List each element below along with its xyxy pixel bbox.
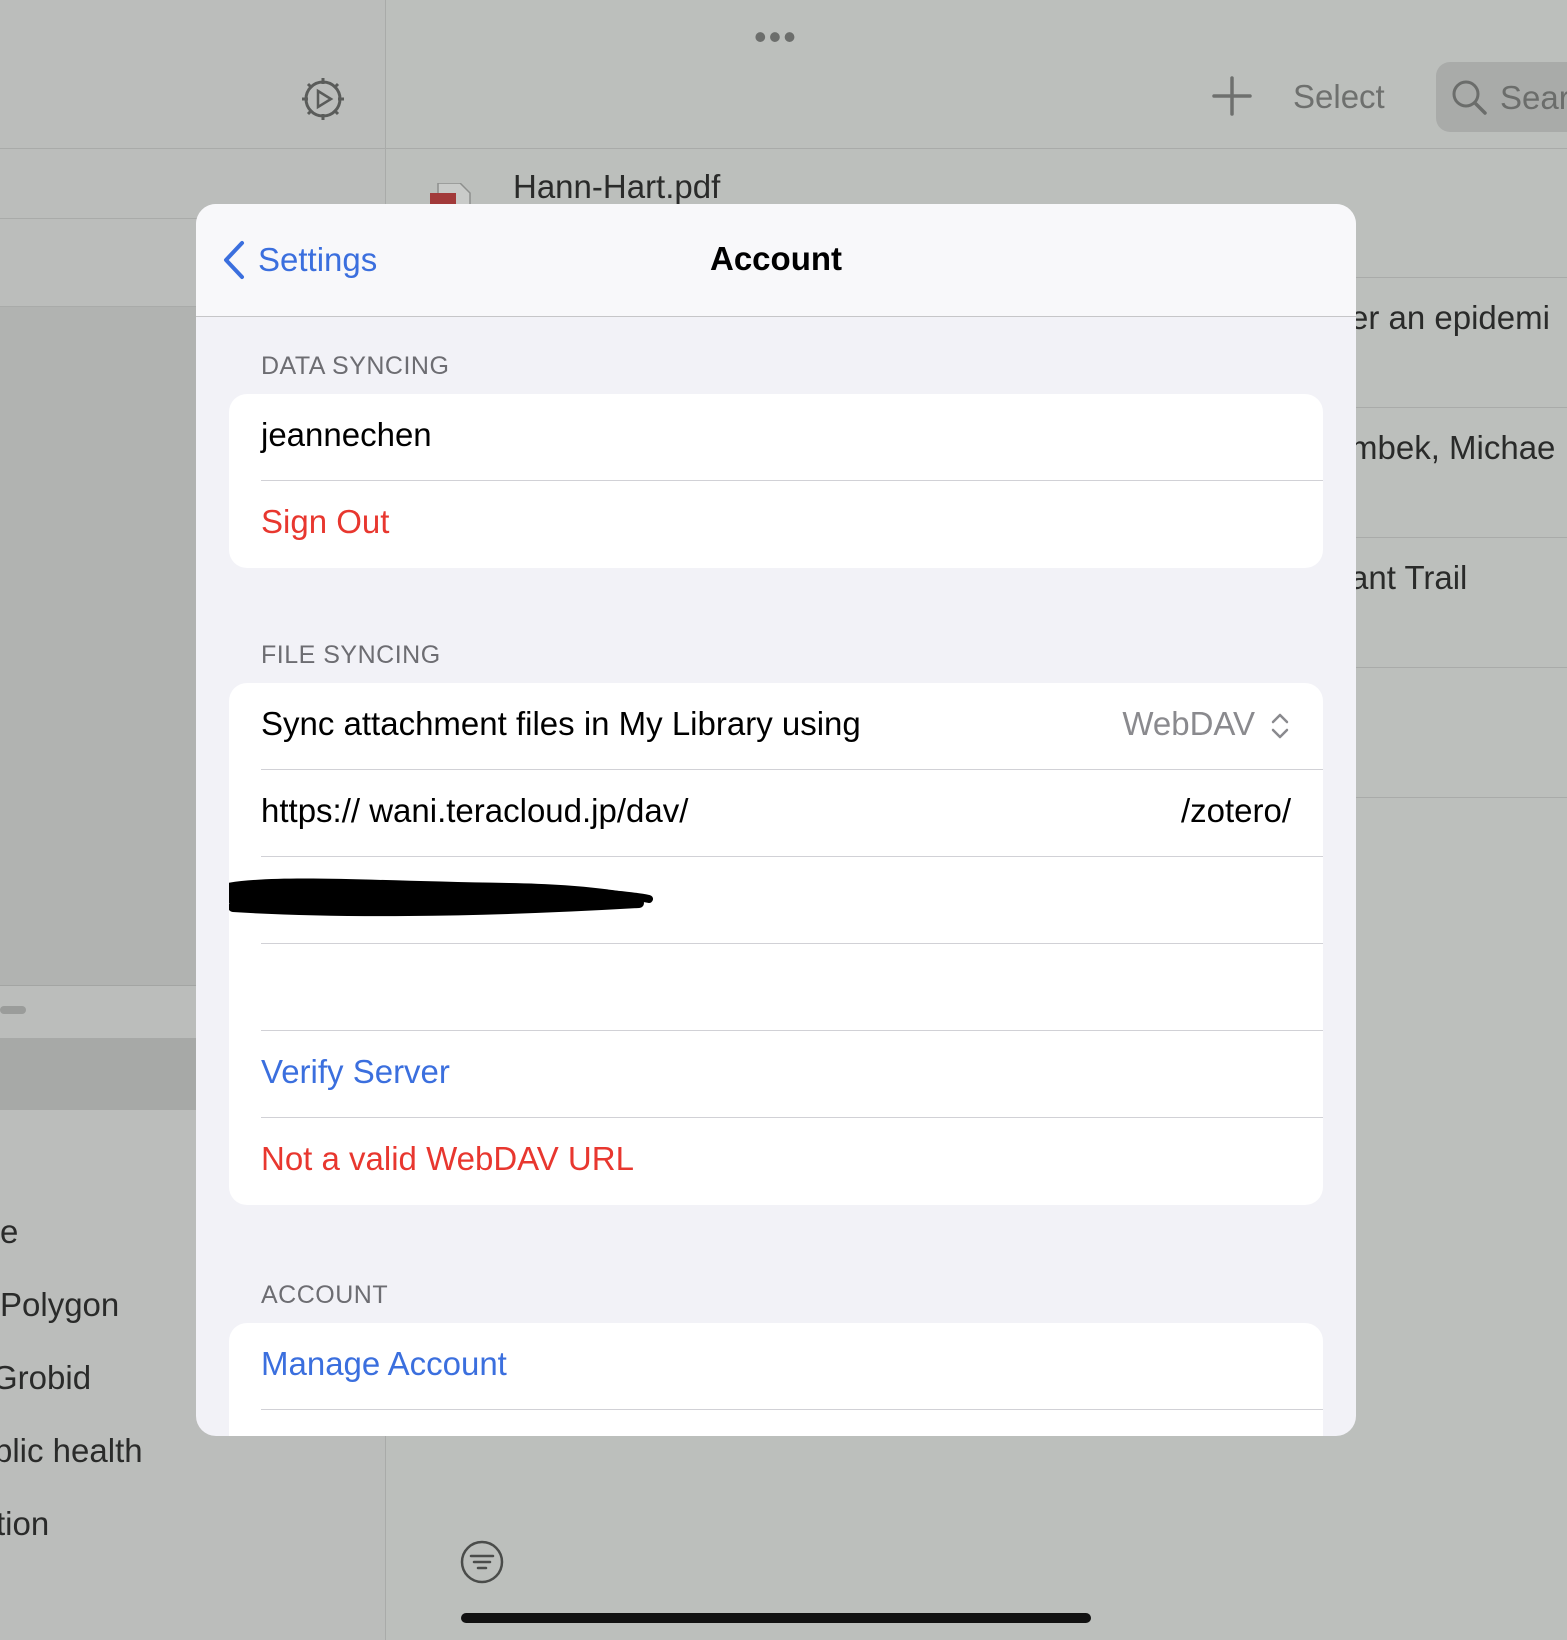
divider (1356, 537, 1567, 538)
sync-method-cell[interactable]: Sync attachment files in My Library usin… (229, 683, 1323, 770)
sidebar-item-label[interactable]: blic health (0, 1432, 143, 1470)
sidebar-item-label[interactable]: Polygon (0, 1286, 119, 1324)
list-item-title[interactable]: mbek, Michae (1350, 429, 1555, 467)
divider (1356, 797, 1567, 798)
sync-method-label: Sync attachment files in My Library usin… (261, 705, 861, 742)
sidebar-item-label[interactable]: Grobid (0, 1359, 91, 1397)
redaction-scribble (229, 878, 653, 917)
search-field[interactable]: Sear (1436, 62, 1567, 132)
error-message: Not a valid WebDAV URL (261, 1140, 634, 1177)
list-toolbar: ••• Select Sear (386, 0, 1567, 149)
sidebar-toolbar (0, 0, 385, 149)
sign-out-button[interactable]: Sign Out (229, 481, 1323, 568)
list-item-title[interactable]: ant Trail (1350, 559, 1467, 597)
list-item-title[interactable]: Hann-Hart.pdf (513, 168, 720, 206)
divider (1356, 407, 1567, 408)
section-header-data-syncing: DATA SYNCING (261, 352, 450, 380)
password-field[interactable] (229, 944, 1323, 1031)
webdav-error-cell: Not a valid WebDAV URL (229, 1118, 1323, 1205)
list-item-title[interactable]: er an epidemi (1350, 299, 1550, 337)
username-value: jeannechen (261, 416, 432, 453)
username-field[interactable] (229, 857, 1323, 944)
verify-server-label: Verify Server (261, 1053, 450, 1090)
webdav-url-value[interactable]: https:// wani.teracloud.jp/dav/ (261, 792, 688, 830)
sidebar-item-label[interactable]: tion (0, 1505, 49, 1543)
manage-account-label: Manage Account (261, 1345, 507, 1382)
data-syncing-group: jeannechen Sign Out (229, 394, 1323, 568)
settings-gear-icon[interactable] (298, 74, 348, 124)
account-settings-sheet: Settings Account DATA SYNCING jeannechen… (196, 204, 1356, 1436)
home-indicator[interactable] (461, 1613, 1091, 1623)
verify-server-button[interactable]: Verify Server (229, 1031, 1323, 1118)
manage-account-button[interactable]: Manage Account (229, 1323, 1323, 1410)
username-cell: jeannechen (229, 394, 1323, 481)
sidebar-item-label[interactable]: e (0, 1213, 18, 1251)
add-icon[interactable] (1210, 74, 1254, 118)
filter-icon[interactable] (460, 1540, 504, 1584)
chevron-up-down-icon (1271, 713, 1289, 739)
account-group: Manage Account (229, 1323, 1323, 1436)
file-syncing-group: Sync attachment files in My Library usin… (229, 683, 1323, 1205)
section-header-account: ACCOUNT (261, 1281, 389, 1309)
sign-out-label: Sign Out (261, 503, 390, 540)
section-header-file-syncing: FILE SYNCING (261, 641, 441, 669)
navigation-bar: Settings Account (196, 204, 1356, 317)
sync-method-value[interactable]: WebDAV (1122, 705, 1255, 743)
divider (1356, 667, 1567, 668)
search-placeholder: Sear (1500, 79, 1567, 116)
drag-handle[interactable] (0, 1006, 26, 1014)
select-button[interactable]: Select (1293, 78, 1385, 116)
page-title: Account (710, 240, 842, 277)
divider (1356, 277, 1567, 278)
webdav-url-suffix: /zotero/ (1180, 792, 1291, 829)
webdav-url-field[interactable]: https:// wani.teracloud.jp/dav/ /zotero/ (229, 770, 1323, 857)
more-dots-icon[interactable]: ••• (754, 16, 798, 58)
search-icon (1452, 80, 1487, 115)
